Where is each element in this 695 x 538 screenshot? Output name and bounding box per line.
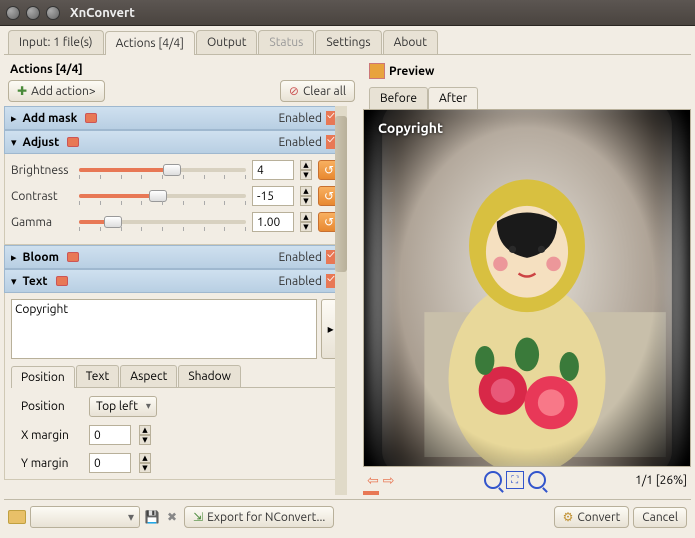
window-close-icon[interactable] xyxy=(6,6,20,20)
convert-label: Convert xyxy=(577,511,620,524)
clear-all-button[interactable]: ⊘ Clear all xyxy=(280,80,355,102)
add-action-label: Add action> xyxy=(31,85,96,98)
action-bloom-header[interactable]: Bloom Enabled xyxy=(4,245,347,269)
spin-up[interactable]: ▲ xyxy=(139,425,151,435)
window-maximize-icon[interactable] xyxy=(46,6,60,20)
tab-about[interactable]: About xyxy=(383,30,438,54)
clear-all-label: Clear all xyxy=(303,85,346,98)
enabled-label: Enabled xyxy=(278,112,322,125)
tab-status: Status xyxy=(258,30,314,54)
preset-select[interactable] xyxy=(30,506,140,528)
action-text-header[interactable]: Text Enabled xyxy=(4,269,347,293)
gamma-value[interactable] xyxy=(252,212,294,232)
progress-bar xyxy=(363,491,379,495)
action-adjust-header[interactable]: Adjust Enabled xyxy=(4,130,347,154)
spin-up[interactable]: ▲ xyxy=(300,186,312,196)
preview-heading: Preview xyxy=(389,65,434,78)
spin-down[interactable]: ▼ xyxy=(139,463,151,473)
preview-status: 1/1 [26%] xyxy=(635,474,687,487)
next-image-icon[interactable]: ⇨ xyxy=(383,472,395,489)
actions-heading: Actions [4/4] xyxy=(10,63,83,76)
contrast-value[interactable] xyxy=(252,186,294,206)
clear-icon: ⊘ xyxy=(289,84,299,98)
action-bloom-title: Bloom xyxy=(23,251,59,264)
brightness-slider[interactable] xyxy=(79,163,246,177)
action-add-mask-title: Add mask xyxy=(23,112,78,125)
subtab-position[interactable]: Position xyxy=(11,366,75,388)
spin-down[interactable]: ▼ xyxy=(300,222,312,232)
spin-down[interactable]: ▼ xyxy=(300,196,312,206)
open-folder-icon[interactable] xyxy=(8,510,26,524)
spin-up[interactable]: ▲ xyxy=(300,212,312,222)
action-text-title: Text xyxy=(23,275,48,288)
gamma-slider[interactable] xyxy=(79,215,246,229)
spin-down[interactable]: ▼ xyxy=(139,435,151,445)
brightness-label: Brightness xyxy=(11,164,73,177)
subtab-text[interactable]: Text xyxy=(76,365,120,387)
export-label: Export for NConvert... xyxy=(207,511,325,524)
action-adjust-body: Brightness ▲▼ ↺ Contrast xyxy=(4,154,347,245)
gamma-label: Gamma xyxy=(11,216,73,229)
save-preset-icon[interactable]: 💾 xyxy=(144,509,160,525)
x-margin-input[interactable] xyxy=(89,425,131,445)
export-nconvert-button[interactable]: ⇲ Export for NConvert... xyxy=(184,506,334,528)
titlebar: XnConvert xyxy=(0,0,695,26)
delete-preset-icon[interactable]: ✖ xyxy=(164,509,180,525)
window-title: XnConvert xyxy=(70,6,135,20)
main-tabs: Input: 1 file(s) Actions [4/4] Output St… xyxy=(4,30,691,55)
tab-input[interactable]: Input: 1 file(s) xyxy=(8,30,104,54)
preview-image: Copyright xyxy=(363,109,691,467)
remove-action-icon[interactable] xyxy=(67,252,79,262)
tab-actions[interactable]: Actions [4/4] xyxy=(105,31,195,55)
x-margin-label: X margin xyxy=(21,429,81,442)
spin-up[interactable]: ▲ xyxy=(139,453,151,463)
spin-down[interactable]: ▼ xyxy=(300,170,312,180)
action-adjust-title: Adjust xyxy=(23,136,60,149)
enabled-label: Enabled xyxy=(278,251,322,264)
gear-icon: ⚙ xyxy=(563,510,574,524)
tab-settings[interactable]: Settings xyxy=(315,30,381,54)
zoom-out-icon[interactable] xyxy=(528,471,546,489)
position-label: Position xyxy=(21,400,81,413)
action-add-mask-header[interactable]: Add mask Enabled xyxy=(4,106,347,130)
spin-up[interactable]: ▲ xyxy=(300,160,312,170)
preview-icon xyxy=(369,63,385,79)
position-value: Top left xyxy=(96,400,138,413)
cancel-button[interactable]: Cancel xyxy=(633,507,687,528)
zoom-in-icon[interactable] xyxy=(484,471,502,489)
y-margin-input[interactable] xyxy=(89,453,131,473)
preview-watermark-text: Copyright xyxy=(378,120,443,136)
remove-action-icon[interactable] xyxy=(56,276,68,286)
plus-icon: ✚ xyxy=(17,84,27,98)
remove-action-icon[interactable] xyxy=(67,137,79,147)
enabled-label: Enabled xyxy=(278,136,322,149)
preview-tab-after[interactable]: After xyxy=(428,87,478,110)
convert-button[interactable]: ⚙ Convert xyxy=(554,506,630,528)
export-icon: ⇲ xyxy=(193,510,203,524)
enabled-label: Enabled xyxy=(278,275,322,288)
position-select[interactable]: Top left xyxy=(89,396,157,417)
brightness-value[interactable] xyxy=(252,160,294,180)
y-margin-label: Y margin xyxy=(21,457,81,470)
add-action-button[interactable]: ✚ Add action> xyxy=(8,80,105,102)
zoom-fit-icon[interactable]: ⛶ xyxy=(506,471,524,489)
watermark-text-input[interactable] xyxy=(11,299,317,359)
window-minimize-icon[interactable] xyxy=(26,6,40,20)
preview-tab-before[interactable]: Before xyxy=(369,87,428,110)
actions-scrollbar[interactable] xyxy=(335,106,347,495)
subtab-aspect[interactable]: Aspect xyxy=(120,365,177,387)
remove-action-icon[interactable] xyxy=(85,113,97,123)
tab-output[interactable]: Output xyxy=(196,30,257,54)
contrast-slider[interactable] xyxy=(79,189,246,203)
subtab-shadow[interactable]: Shadow xyxy=(178,365,241,387)
prev-image-icon[interactable]: ⇦ xyxy=(367,472,379,489)
contrast-label: Contrast xyxy=(11,190,73,203)
cancel-label: Cancel xyxy=(642,511,678,524)
action-text-body: ▸ Position Text Aspect Shadow Position T… xyxy=(4,293,347,480)
